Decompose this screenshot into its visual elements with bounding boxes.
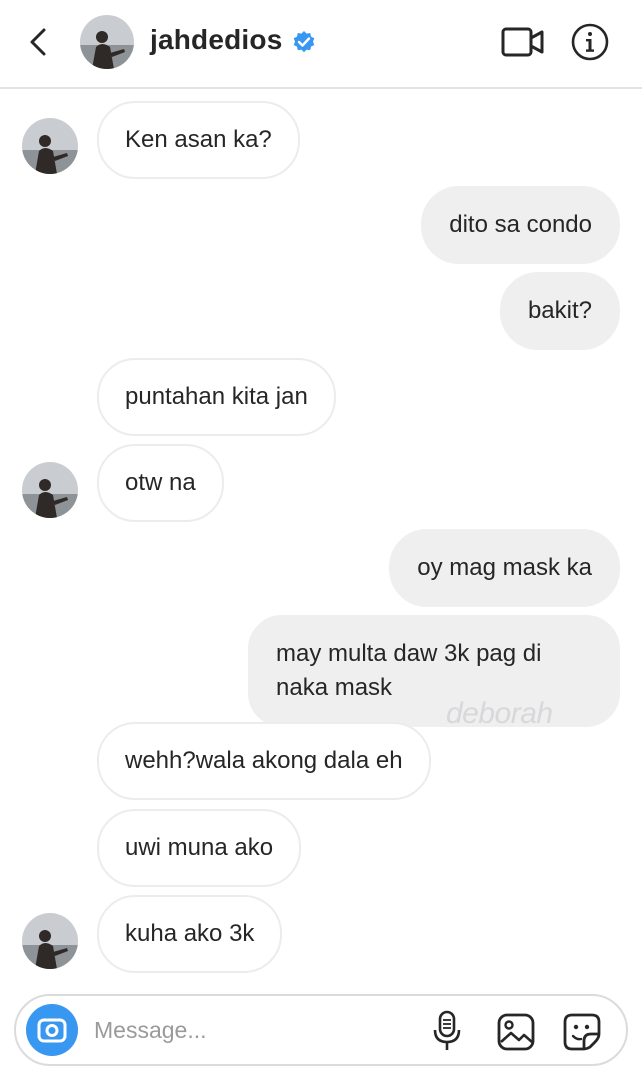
video-call-icon[interactable] (500, 24, 546, 60)
avatar[interactable] (22, 118, 78, 174)
avatar[interactable] (22, 462, 78, 518)
message-bubble-outgoing[interactable]: oy mag mask ka (389, 529, 620, 607)
avatar[interactable] (22, 913, 78, 969)
chat-header: jahdedios (0, 0, 642, 89)
microphone-icon[interactable] (430, 1009, 464, 1053)
message-input[interactable] (94, 1012, 394, 1048)
message-bubble-incoming[interactable]: uwi muna ako (97, 809, 302, 887)
message-bubble-incoming[interactable]: wehh?wala akong dala eh (97, 722, 431, 800)
info-icon[interactable] (570, 22, 610, 62)
verified-badge-icon (293, 31, 315, 53)
avatar[interactable] (80, 15, 134, 69)
watermark: deborah (446, 697, 553, 730)
message-bubble-outgoing[interactable]: may multa daw 3k pag di naka mask (248, 615, 620, 727)
message-bubble-incoming[interactable]: Ken asan ka? (97, 101, 300, 179)
sticker-icon[interactable] (560, 1010, 604, 1054)
message-bubble-incoming[interactable]: kuha ako 3k (97, 895, 283, 973)
gallery-icon[interactable] (494, 1010, 538, 1054)
camera-button[interactable] (26, 1004, 78, 1056)
message-bubble-incoming[interactable]: puntahan kita jan (97, 358, 336, 436)
camera-icon (37, 1018, 67, 1043)
chat-username[interactable]: jahdedios (150, 24, 283, 56)
message-composer (14, 994, 628, 1066)
back-arrow-icon[interactable] (24, 22, 54, 62)
message-bubble-incoming[interactable]: otw na (97, 444, 224, 522)
message-bubble-outgoing[interactable]: bakit? (499, 272, 620, 350)
message-bubble-outgoing[interactable]: dito sa condo (421, 186, 620, 264)
